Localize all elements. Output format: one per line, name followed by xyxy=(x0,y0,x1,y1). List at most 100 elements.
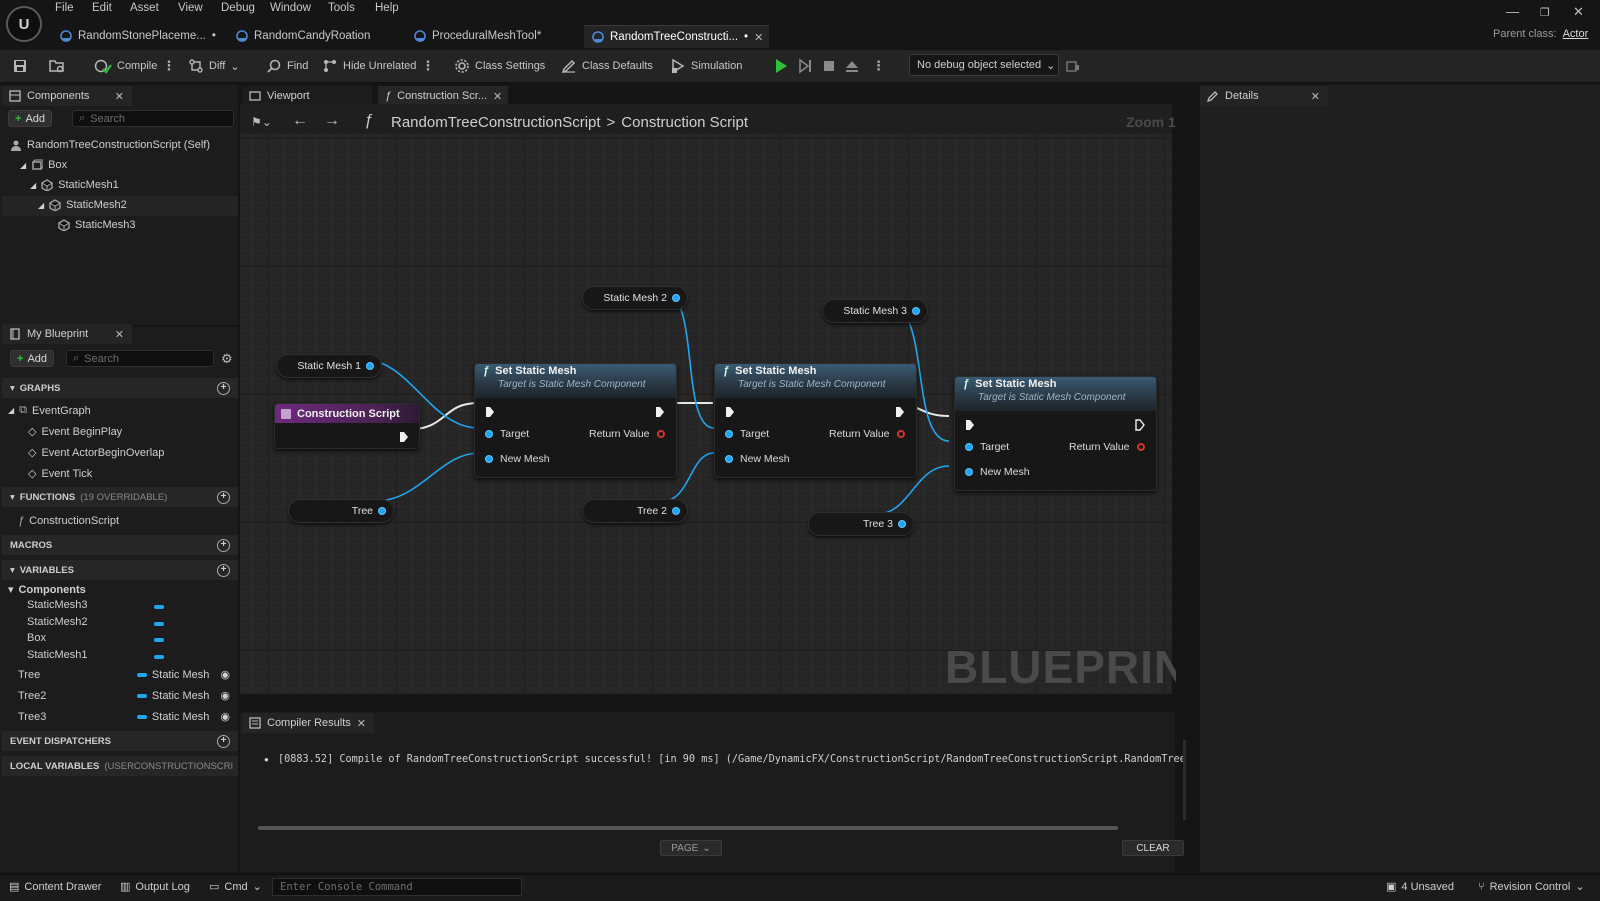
play-button[interactable] xyxy=(773,57,789,75)
set-static-mesh-node-3[interactable]: ƒ Set Static Mesh Target is Static Mesh C… xyxy=(954,376,1157,491)
breadcrumb-root[interactable]: RandomTreeConstructionScript xyxy=(391,114,601,131)
var-tree3[interactable]: Tree3 Static Mesh ◉ xyxy=(18,710,236,724)
stop-button[interactable] xyxy=(821,57,837,75)
var-node-static-mesh-3[interactable]: Static Mesh 3 xyxy=(822,299,928,323)
close-icon[interactable]: ✕ xyxy=(357,717,366,730)
exec-out-pin-icon[interactable] xyxy=(895,406,905,418)
window-close-icon[interactable]: ✕ xyxy=(1573,4,1584,20)
cmd-select[interactable]: ▭ Cmd ⌄ xyxy=(209,880,262,894)
close-icon[interactable]: ✕ xyxy=(1311,90,1320,103)
variables-section-header[interactable]: ▾ VARIABLES + xyxy=(2,560,238,580)
play-options-button[interactable]: ⋮ xyxy=(872,57,885,75)
compile-options-icon[interactable]: ⋮ xyxy=(162,58,175,74)
vertical-scrollbar[interactable] xyxy=(1183,740,1186,820)
menu-window[interactable]: Window xyxy=(270,2,311,14)
event-graph-item[interactable]: ◢ ⧉ EventGraph xyxy=(8,404,91,417)
component-box[interactable]: ◢ Box xyxy=(20,159,67,171)
components-var-group[interactable]: ▾ Components xyxy=(8,583,86,597)
doc-tab-random-tree[interactable]: RandomTreeConstructi... • ✕ xyxy=(584,25,770,48)
eye-icon[interactable]: ◉ xyxy=(220,668,230,681)
object-pin[interactable] xyxy=(965,468,973,476)
var-node-static-mesh-2[interactable]: Static Mesh 2 xyxy=(582,286,688,310)
console-command-input[interactable]: Enter Console Command xyxy=(272,878,522,896)
event-actorbeginoverlap-item[interactable]: ◇ Event ActorBeginOverlap xyxy=(28,446,164,460)
var-tree[interactable]: Tree Static Mesh ◉ xyxy=(18,668,236,682)
components-add-button[interactable]: + Add xyxy=(8,110,53,127)
menu-view[interactable]: View xyxy=(178,2,203,14)
bool-pin[interactable] xyxy=(1136,443,1145,451)
hide-unrelated-button[interactable]: Hide Unrelated ⋮ xyxy=(322,57,434,75)
exec-in-pin-icon[interactable] xyxy=(965,419,975,431)
components-tab[interactable]: Components ✕ xyxy=(2,86,132,106)
debug-filter-button[interactable] xyxy=(1066,57,1080,75)
component-staticmesh3[interactable]: StaticMesh3 xyxy=(58,219,136,231)
minimize-icon[interactable]: — xyxy=(1506,4,1519,19)
viewport-tab[interactable]: Viewport xyxy=(242,86,372,106)
browse-button[interactable] xyxy=(48,57,66,75)
doc-tab-random-stone[interactable]: RandomStonePlaceme... • xyxy=(60,25,216,47)
doc-tab-random-candy[interactable]: RandomCandyRoation xyxy=(236,25,370,47)
save-button[interactable] xyxy=(12,57,28,75)
object-pin[interactable] xyxy=(912,307,920,315)
exec-in-pin-icon[interactable] xyxy=(485,406,495,418)
var-staticmesh1[interactable]: StaticMesh1 xyxy=(27,649,88,661)
my-blueprint-add-button[interactable]: + Add xyxy=(10,350,55,367)
my-blueprint-tab[interactable]: My Blueprint ✕ xyxy=(2,324,132,344)
object-pin[interactable] xyxy=(725,455,733,463)
var-node-tree-2[interactable]: Tree 2 xyxy=(582,499,688,523)
event-dispatchers-section-header[interactable]: EVENT DISPATCHERS + xyxy=(2,731,238,751)
set-static-mesh-node-2[interactable]: ƒ Set Static Mesh Target is Static Mesh C… xyxy=(714,363,917,478)
return-value-pin-row[interactable]: Return Value xyxy=(829,425,905,443)
component-staticmesh1[interactable]: ◢ StaticMesh1 xyxy=(30,179,119,191)
menu-edit[interactable]: Edit xyxy=(92,2,112,14)
component-self[interactable]: RandomTreeConstructionScript (Self) xyxy=(10,139,210,151)
parent-class-link[interactable]: Actor xyxy=(1563,28,1589,40)
function-constructionscript-item[interactable]: ƒ ConstructionScript xyxy=(18,515,119,527)
object-pin[interactable] xyxy=(378,507,386,515)
clear-button[interactable]: CLEAR xyxy=(1122,840,1184,856)
back-arrow-icon[interactable]: ← xyxy=(292,112,308,130)
compiler-results-tab[interactable]: Compiler Results ✕ xyxy=(242,713,374,733)
object-pin[interactable] xyxy=(725,430,733,438)
return-value-pin-row[interactable]: Return Value xyxy=(589,425,665,443)
target-pin-row[interactable]: Target xyxy=(965,438,1009,456)
output-log-button[interactable]: ▥ Output Log xyxy=(120,880,190,894)
add-function-icon[interactable]: + xyxy=(217,490,230,504)
class-defaults-button[interactable]: Class Defaults xyxy=(561,57,653,75)
object-pin[interactable] xyxy=(965,443,973,451)
exec-out-pin-icon[interactable] xyxy=(1135,419,1145,431)
macros-section-header[interactable]: MACROS + xyxy=(2,535,238,555)
object-pin[interactable] xyxy=(672,294,680,302)
add-macro-icon[interactable]: + xyxy=(217,538,230,552)
construction-script-tab[interactable]: ƒ Construction Scr... ✕ xyxy=(378,86,508,106)
component-staticmesh2[interactable]: ◢ StaticMesh2 xyxy=(38,199,127,211)
object-pin[interactable] xyxy=(366,362,374,370)
debug-object-select[interactable]: No debug object selected ⌄ xyxy=(909,54,1059,76)
exec-out-pin-icon[interactable] xyxy=(399,431,409,443)
menu-asset[interactable]: Asset xyxy=(130,2,159,14)
menu-tools[interactable]: Tools xyxy=(328,2,355,14)
step-button[interactable] xyxy=(797,57,813,75)
object-pin[interactable] xyxy=(898,520,906,528)
unreal-logo-icon[interactable]: U xyxy=(6,6,42,42)
my-blueprint-search-input[interactable]: ⌕ Search xyxy=(66,350,214,367)
var-staticmesh2[interactable]: StaticMesh2 xyxy=(27,616,88,628)
forward-arrow-icon[interactable]: → xyxy=(324,112,340,130)
event-beginplay-item[interactable]: ◇ Event BeginPlay xyxy=(28,425,122,439)
close-icon[interactable]: ✕ xyxy=(115,90,124,103)
compile-button[interactable]: Compile ⋮ xyxy=(94,57,175,75)
event-tick-item[interactable]: ◇ Event Tick xyxy=(28,467,92,481)
close-icon[interactable]: ✕ xyxy=(115,328,124,341)
restore-icon[interactable]: ❐ xyxy=(1540,6,1550,19)
eye-icon[interactable]: ◉ xyxy=(220,689,230,702)
simulation-button[interactable]: Simulation xyxy=(670,57,742,75)
add-dispatcher-icon[interactable]: + xyxy=(217,734,230,748)
var-node-static-mesh-1[interactable]: Static Mesh 1 xyxy=(276,354,382,378)
object-pin[interactable] xyxy=(672,507,680,515)
close-icon[interactable]: ✕ xyxy=(493,90,502,103)
new-mesh-pin-row[interactable]: New Mesh xyxy=(485,450,550,468)
target-pin-row[interactable]: Target xyxy=(725,425,769,443)
revision-control-button[interactable]: ⑂ Revision Control ⌄ xyxy=(1478,880,1585,894)
menu-help[interactable]: Help xyxy=(375,2,399,14)
exec-in-pin-icon[interactable] xyxy=(725,406,735,418)
